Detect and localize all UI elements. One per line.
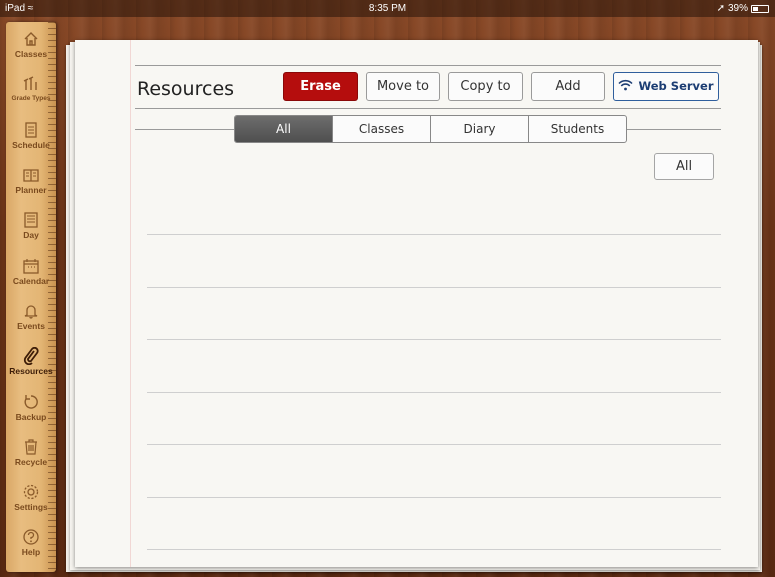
list-rule (147, 392, 721, 393)
paperclip-icon (23, 347, 39, 365)
schedule-icon (25, 122, 37, 138)
sidebar-item-label: Planner (15, 185, 47, 195)
filter-button[interactable]: All (654, 153, 714, 180)
segment-rule-right (626, 129, 721, 130)
planner-icon (23, 169, 39, 182)
backup-icon (24, 395, 38, 409)
page-title: Resources (137, 78, 235, 100)
sidebar-item-events[interactable]: Events (6, 302, 56, 331)
clock: 8:35 PM (368, 3, 407, 14)
sidebar-item-label: Events (17, 321, 45, 331)
status-bar: iPad ≈ 8:35 PM ➚ 39% (0, 0, 775, 17)
battery-icon (751, 4, 769, 13)
list-rule (147, 234, 721, 235)
sidebar-item-label: Settings (14, 502, 48, 512)
grade-types-icon (23, 76, 37, 90)
erase-button[interactable]: Erase (283, 72, 358, 101)
segment-diary[interactable]: Diary (430, 116, 528, 142)
sidebar-item-planner[interactable]: Planner (6, 166, 56, 195)
sidebar-item-classes[interactable]: Classes (6, 30, 56, 59)
resources-page: Resources Erase Move to Copy to Add Web … (75, 40, 758, 567)
list-rule (147, 287, 721, 288)
header-rule-bottom (135, 108, 721, 109)
wifi-icon (618, 79, 634, 91)
sidebar-item-grade-types[interactable]: Grade Types (6, 75, 56, 104)
bell-icon (24, 305, 38, 319)
sidebar-item-label: Calendar (12, 276, 50, 286)
sidebar-item-label: Classes (14, 49, 48, 59)
location-icon: ➚ (716, 3, 725, 14)
sidebar-item-label: Resources (9, 366, 53, 376)
list-rule (147, 497, 721, 498)
sidebar-item-label: Grade Types (11, 95, 51, 102)
sidebar-item-label: Backup (15, 412, 47, 422)
web-server-label: Web Server (638, 79, 714, 93)
list-rule (147, 549, 721, 550)
category-segmented-control: All Classes Diary Students (234, 115, 627, 143)
sidebar-item-day[interactable]: Day (6, 211, 56, 240)
sidebar-item-settings[interactable]: Settings (6, 483, 56, 512)
sidebar-item-label: Schedule (12, 140, 50, 150)
sidebar-item-label: Day (23, 230, 39, 240)
segment-all[interactable]: All (235, 116, 332, 142)
segment-rule-left (135, 129, 235, 130)
add-button[interactable]: Add (531, 72, 605, 101)
trash-icon (25, 439, 37, 455)
sidebar-item-schedule[interactable]: Schedule (6, 121, 56, 150)
sidebar-item-label: Help (21, 547, 41, 557)
sidebar-item-recycle[interactable]: Recycle (6, 438, 56, 467)
calendar-icon (23, 259, 39, 274)
battery-status: ➚ 39% (717, 0, 769, 17)
day-icon (24, 212, 38, 228)
sidebar-item-calendar[interactable]: Calendar (6, 257, 56, 286)
sidebar-item-resources[interactable]: Resources (6, 347, 56, 376)
list-rule (147, 339, 721, 340)
sidebar-item-label: Recycle (14, 457, 48, 467)
sidebar-item-help[interactable]: Help (6, 528, 56, 557)
segment-classes[interactable]: Classes (332, 116, 430, 142)
margin-line (130, 40, 131, 567)
help-icon (23, 529, 39, 545)
list-rule (147, 444, 721, 445)
header-rule-top (135, 65, 721, 66)
sidebar-item-backup[interactable]: Backup (6, 393, 56, 422)
home-icon (24, 32, 38, 46)
gear-icon (23, 484, 39, 500)
segment-students[interactable]: Students (528, 116, 626, 142)
copy-to-button[interactable]: Copy to (448, 72, 523, 101)
web-server-button[interactable]: Web Server (613, 72, 719, 101)
battery-percent: 39% (727, 3, 748, 14)
sidebar: Classes Grade Types Schedule Planner Day… (6, 22, 56, 572)
move-to-button[interactable]: Move to (366, 72, 440, 101)
